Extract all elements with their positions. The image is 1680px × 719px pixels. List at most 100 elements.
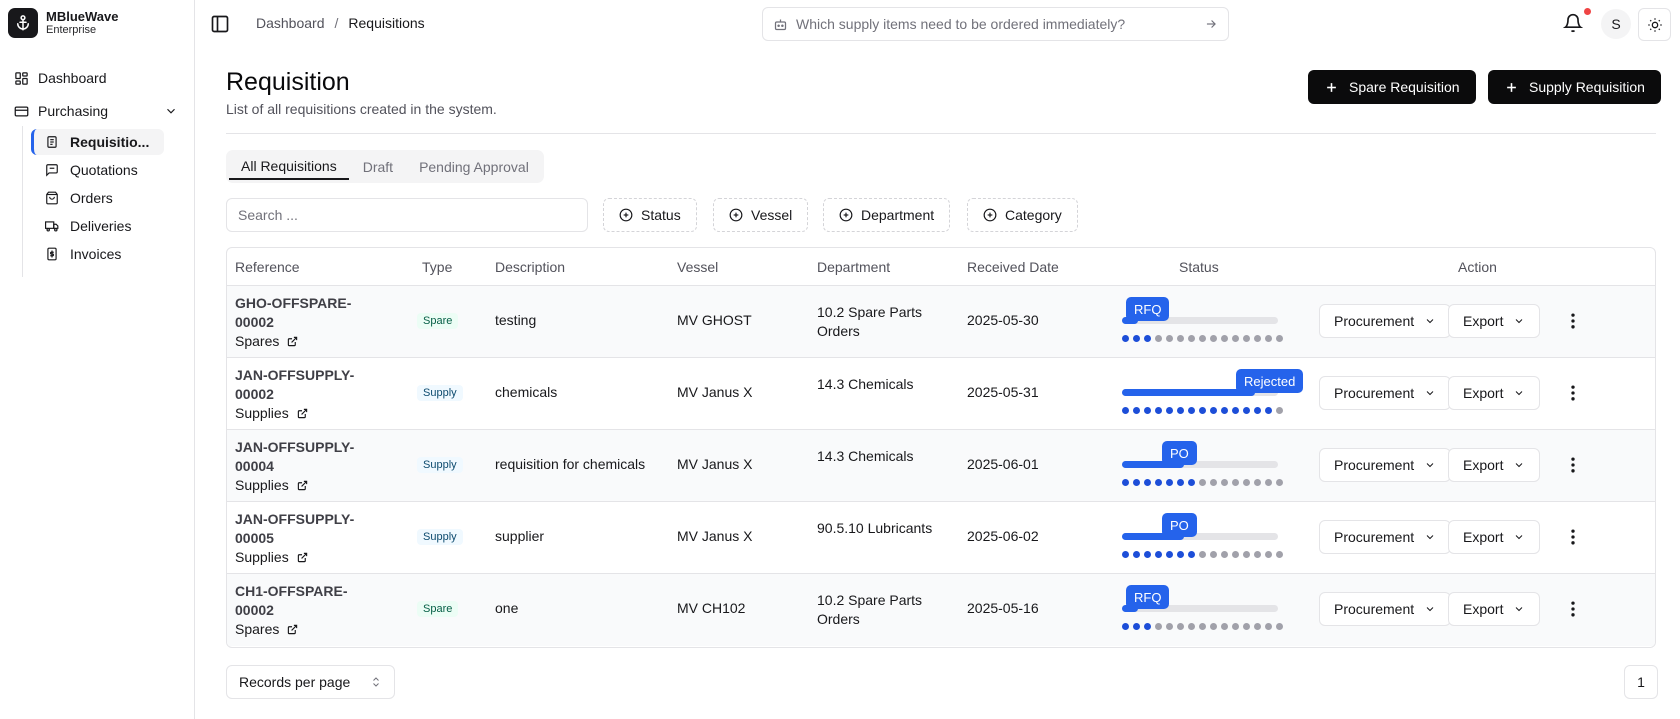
procurement-label: Procurement <box>1334 529 1415 545</box>
reference-cell: JAN-OFFSUPPLY- 00005 Supplies <box>235 510 385 567</box>
avatar[interactable]: S <box>1601 9 1631 39</box>
status-filter-button[interactable]: Status <box>603 198 697 232</box>
status-step-dot <box>1199 623 1206 630</box>
export-label: Export <box>1463 457 1504 473</box>
reference-line-1[interactable]: JAN-OFFSUPPLY- <box>235 366 385 385</box>
sidebar-item-label: Requisitio... <box>70 134 150 150</box>
table-row[interactable]: GHO-OFFSPARE- 00002 Spares Spare testing MV G… <box>227 286 1655 358</box>
sidebar-item-deliveries[interactable]: Deliveries <box>45 215 131 237</box>
department-filter-button[interactable]: Department <box>823 198 951 232</box>
invoice-icon <box>47 247 57 261</box>
tab-all-requisitions[interactable]: All Requisitions <box>229 153 349 180</box>
records-per-page-select[interactable]: Records per page <box>226 665 395 699</box>
sidebar-toggle-icon[interactable] <box>210 14 230 34</box>
sidebar-item-requisitions[interactable]: Requisitio... <box>45 131 149 153</box>
table-row[interactable]: JAN-OFFSUPPLY- 00002 Supplies Supply chemica… <box>227 358 1655 430</box>
reference-line-1[interactable]: JAN-OFFSUPPLY- <box>235 438 385 457</box>
tab-draft[interactable]: Draft <box>351 153 405 180</box>
procurement-dropdown[interactable]: Procurement <box>1319 376 1452 410</box>
sidebar-item-dashboard[interactable]: Dashboard <box>14 67 107 89</box>
bell-icon[interactable] <box>1563 13 1583 33</box>
chevron-down-icon <box>1516 319 1523 324</box>
status-step-dot <box>1144 407 1151 414</box>
export-dropdown[interactable]: Export <box>1448 304 1541 338</box>
external-link-icon[interactable] <box>297 552 308 563</box>
reference-line-2[interactable]: 00002 <box>235 601 385 620</box>
more-vertical-icon[interactable] <box>1563 527 1583 547</box>
more-vertical-icon[interactable] <box>1563 599 1583 619</box>
breadcrumb-dashboard[interactable]: Dashboard <box>256 15 325 31</box>
sidebar-item-label: Orders <box>70 190 113 206</box>
reference-cell: JAN-OFFSUPPLY- 00002 Supplies <box>235 366 385 423</box>
procurement-dropdown[interactable]: Procurement <box>1319 592 1452 626</box>
export-dropdown[interactable]: Export <box>1448 376 1541 410</box>
reference-line-2[interactable]: 00002 <box>235 313 385 332</box>
column-header-received-date[interactable]: Received Date <box>967 259 1059 275</box>
search-input[interactable] <box>226 198 588 232</box>
status-step-dot <box>1232 407 1239 414</box>
status-step-dot <box>1221 623 1228 630</box>
ai-search-box[interactable]: Which supply items need to be ordered im… <box>762 7 1229 41</box>
status-step-dot <box>1188 623 1195 630</box>
reference-line-1[interactable]: GHO-OFFSPARE- <box>235 294 385 313</box>
sidebar-item-quotations[interactable]: Quotations <box>45 159 138 181</box>
records-per-page-label: Records per page <box>239 674 351 690</box>
status-step-dot <box>1133 335 1140 342</box>
procurement-dropdown[interactable]: Procurement <box>1319 304 1452 338</box>
chevron-down-icon <box>1516 607 1523 612</box>
vessel-filter-button[interactable]: Vessel <box>713 198 809 232</box>
reference-line-1[interactable]: CH1-OFFSPARE- <box>235 582 385 601</box>
more-vertical-icon[interactable] <box>1563 383 1583 403</box>
export-dropdown[interactable]: Export <box>1448 448 1541 482</box>
table-row[interactable]: JAN-OFFSUPPLY- 00005 Supplies Supply supplie… <box>227 502 1655 574</box>
more-vertical-icon[interactable] <box>1563 311 1583 331</box>
column-header-reference[interactable]: Reference <box>235 259 300 275</box>
sidebar-item-orders[interactable]: Orders <box>45 187 113 209</box>
procurement-dropdown[interactable]: Procurement <box>1319 448 1452 482</box>
spare-requisition-button[interactable]: Spare Requisition <box>1308 70 1476 104</box>
sidebar-item-purchasing[interactable]: Purchasing <box>14 100 108 122</box>
chevron-down-icon[interactable] <box>164 104 178 118</box>
status-progress-track <box>1122 461 1278 468</box>
table-row[interactable]: JAN-OFFSUPPLY- 00004 Supplies Supply requisi… <box>227 430 1655 502</box>
status-progress: PO <box>1122 436 1312 496</box>
procurement-label: Procurement <box>1334 601 1415 617</box>
status-step-dot <box>1210 479 1217 486</box>
status-step-dot <box>1243 479 1250 486</box>
external-link-icon[interactable] <box>287 624 298 635</box>
table-row[interactable]: CH1-OFFSPARE- 00002 Spares Spare one MV CH102… <box>227 574 1655 646</box>
chevron-down-icon <box>1426 463 1434 468</box>
procurement-dropdown[interactable]: Procurement <box>1319 520 1452 554</box>
received-date-cell: 2025-05-30 <box>967 312 1039 328</box>
description-cell: one <box>495 600 519 616</box>
external-link-icon[interactable] <box>297 480 308 491</box>
reference-cell: GHO-OFFSPARE- 00002 Spares <box>235 294 385 351</box>
column-header-description[interactable]: Description <box>495 259 565 275</box>
column-header-type[interactable]: Type <box>422 259 452 275</box>
status-step-dot <box>1133 479 1140 486</box>
tab-pending-approval[interactable]: Pending Approval <box>407 153 541 180</box>
category-filter-button[interactable]: Category <box>967 198 1078 232</box>
export-dropdown[interactable]: Export <box>1448 520 1541 554</box>
theme-toggle-button[interactable] <box>1638 8 1671 41</box>
external-link-icon[interactable] <box>297 408 308 419</box>
status-step-dot <box>1265 551 1272 558</box>
supply-requisition-button[interactable]: Supply Requisition <box>1488 70 1661 104</box>
arrow-right-icon[interactable] <box>1204 17 1218 31</box>
description-cell: testing <box>495 312 537 328</box>
reference-line-2[interactable]: 00004 <box>235 457 385 476</box>
sidebar-item-invoices[interactable]: Invoices <box>45 243 121 265</box>
reference-line-2[interactable]: 00002 <box>235 385 385 404</box>
brand[interactable]: MBlueWave Enterprise <box>8 8 118 38</box>
column-header-department[interactable]: Department <box>817 259 890 275</box>
status-step-dot <box>1221 479 1228 486</box>
reference-line-1[interactable]: JAN-OFFSUPPLY- <box>235 510 385 529</box>
supply-requisition-label: Supply Requisition <box>1529 79 1645 95</box>
export-dropdown[interactable]: Export <box>1448 592 1541 626</box>
more-vertical-icon[interactable] <box>1563 455 1583 475</box>
column-header-vessel[interactable]: Vessel <box>677 259 718 275</box>
reference-line-2[interactable]: 00005 <box>235 529 385 548</box>
status-step-dot <box>1155 479 1162 486</box>
external-link-icon[interactable] <box>287 336 298 347</box>
page-number-button[interactable]: 1 <box>1624 665 1658 699</box>
